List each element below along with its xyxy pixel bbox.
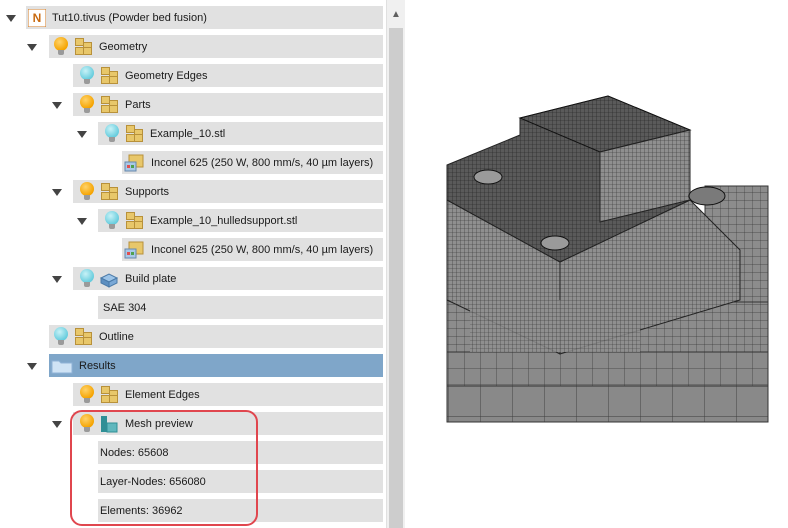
tree-item-geometry-edges[interactable]: Geometry Edges [73,64,383,87]
cubes-icon [99,95,119,114]
tree-item-geometry[interactable]: Geometry [49,35,383,58]
geometry-edges-label: Geometry Edges [125,69,208,82]
visibility-off-icon[interactable] [79,268,95,289]
tree-item-support-file[interactable]: Example_10_hulledsupport.stl [98,209,383,232]
tree-item-results[interactable]: Results [49,354,383,377]
tree-item-part-material[interactable]: Inconel 625 (250 W, 800 mm/s, 40 µm laye… [122,151,383,174]
material-icon [124,154,144,171]
visibility-on-icon[interactable] [79,181,95,202]
build-plate-material-label: SAE 304 [103,301,147,314]
cubes-icon [73,327,93,346]
supports-label: Supports [125,185,170,198]
expand-root-icon[interactable] [6,15,16,22]
visibility-off-icon[interactable] [53,326,69,347]
root-label: Tut10.tivus (Powder bed fusion) [52,11,207,24]
tree-item-part-file[interactable]: Example_10.stl [98,122,383,145]
expand-build-plate-icon[interactable] [52,276,62,283]
part-file-label: Example_10.stl [150,127,226,140]
cubes-icon [124,211,144,230]
mesh-render[interactable] [406,0,788,528]
visibility-off-icon[interactable] [79,65,95,86]
cubes-icon [99,385,119,404]
expand-support-file-icon[interactable] [77,218,87,225]
build-plate-icon [99,272,119,288]
tree-item-outline[interactable]: Outline [49,325,383,348]
cubes-icon [73,37,93,56]
support-material-label: Inconel 625 (250 W, 800 mm/s, 40 µm laye… [151,243,374,256]
visibility-on-icon[interactable] [79,384,95,405]
cubes-icon [99,182,119,201]
tree-scrollbar[interactable]: ▲ [386,0,405,528]
expand-part-file-icon[interactable] [77,131,87,138]
visibility-off-icon[interactable] [104,210,120,231]
model-tree: N Tut10.tivus (Powder bed fusion) Geomet… [0,0,386,528]
tree-item-build-plate-material[interactable]: SAE 304 [98,296,383,319]
tree-item-support-material[interactable]: Inconel 625 (250 W, 800 mm/s, 40 µm laye… [122,238,383,261]
expand-parts-icon[interactable] [52,102,62,109]
cubes-icon [124,124,144,143]
tree-item-build-plate[interactable]: Build plate [73,267,383,290]
folder-icon [51,360,73,373]
build-plate-label: Build plate [125,272,177,285]
svg-text:N: N [33,11,42,25]
3d-viewport[interactable] [406,0,788,528]
tree-item-element-edges[interactable]: Element Edges [73,383,383,406]
expand-mesh-preview-icon[interactable] [52,421,62,428]
visibility-off-icon[interactable] [104,123,120,144]
part-material-label: Inconel 625 (250 W, 800 mm/s, 40 µm laye… [151,156,374,169]
material-icon [124,241,144,258]
expand-geometry-icon[interactable] [27,44,37,51]
cubes-icon [99,66,119,85]
visibility-on-icon[interactable] [79,94,95,115]
parts-label: Parts [125,98,151,111]
scroll-up-arrow-icon[interactable]: ▲ [387,0,405,28]
outline-label: Outline [99,330,134,343]
app-logo-icon: N [28,8,46,27]
tree-item-parts[interactable]: Parts [73,93,383,116]
geometry-label: Geometry [99,40,148,53]
support-file-label: Example_10_hulledsupport.stl [150,214,298,227]
element-edges-label: Element Edges [125,388,200,401]
expand-supports-icon[interactable] [52,189,62,196]
mesh-stats-highlight [70,410,258,526]
tree-item-root[interactable]: N Tut10.tivus (Powder bed fusion) [26,6,383,29]
tree-item-supports[interactable]: Supports [73,180,383,203]
scrollbar-thumb[interactable] [389,28,403,528]
results-label: Results [79,359,116,372]
expand-results-icon[interactable] [27,363,37,370]
visibility-on-icon[interactable] [53,36,69,57]
